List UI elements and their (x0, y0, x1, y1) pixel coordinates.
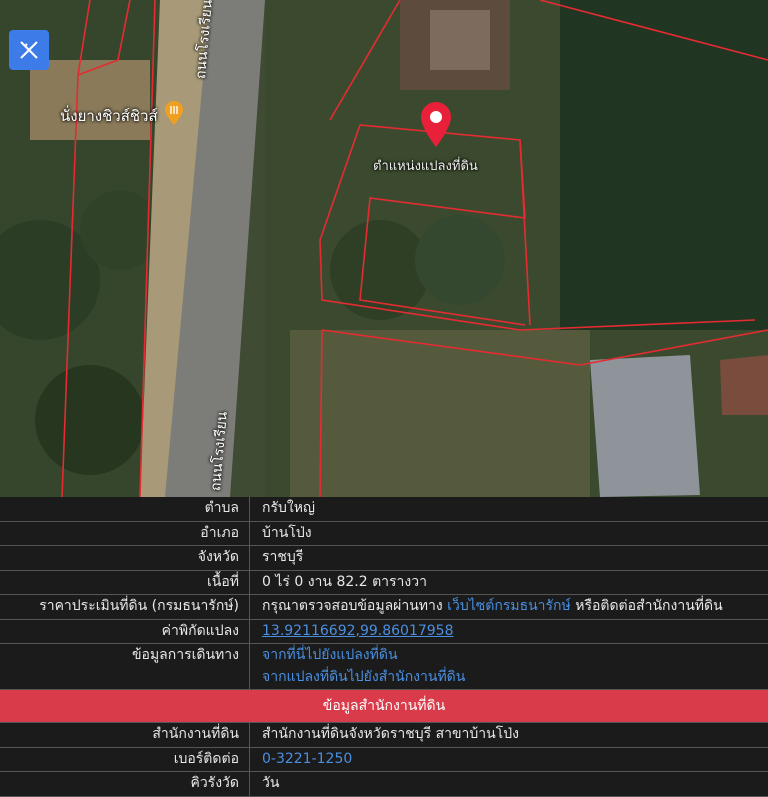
info-row-coordinates: ค่าพิกัดแปลง 13.92116692,99.86017958 (0, 619, 768, 644)
restaurant-icon[interactable] (163, 100, 185, 126)
info-label: คิวรังวัด (0, 772, 250, 796)
info-value: 0 ไร่ 0 งาน 82.2 ตารางวา (262, 573, 427, 590)
info-row-office: สำนักงานที่ดิน สำนักงานที่ดินจังหวัดราชบ… (0, 723, 768, 748)
phone-link[interactable]: 0-3221-1250 (262, 751, 352, 767)
info-value: กรุณาตรวจสอบข้อมูลผ่านทาง เว็บไซต์กรมธนา… (250, 595, 768, 619)
info-label: จังหวัด (0, 546, 250, 570)
satellite-map[interactable]: ถนนโรงเรียน บ้านปูง ถนนโรงเรียน นั่งยางช… (0, 0, 768, 497)
info-row-subdistrict: ตำบล กรับใหญ่ (0, 497, 768, 522)
appraisal-text-before: กรุณาตรวจสอบข้อมูลผ่านทาง (262, 598, 443, 614)
appraisal-text-after: หรือติดต่อสำนักงานที่ดิน (575, 598, 723, 614)
info-row-appraisal: ราคาประเมินที่ดิน (กรมธนารักษ์) กรุณาตรว… (0, 595, 768, 620)
parcel-location-pin-icon[interactable] (418, 100, 454, 148)
ruler-pencil-icon (20, 41, 38, 59)
directions-to-parcel-link[interactable]: จากที่นี่ไปยังแปลงที่ดิน (262, 644, 768, 666)
info-label: ค่าพิกัดแปลง (0, 619, 250, 643)
info-value: ราชบุรี (262, 549, 304, 565)
measure-tool-button[interactable] (9, 30, 49, 70)
parcel-info-panel: ตำบล กรับใหญ่ อำเภอ บ้านโป่ง จังหวัด ราช… (0, 497, 768, 797)
info-value: กรับใหญ่ (262, 500, 315, 516)
info-label: ราคาประเมินที่ดิน (กรมธนารักษ์) (0, 595, 250, 619)
info-value: วัน (262, 775, 280, 791)
info-label: เนื้อที่ (0, 570, 250, 594)
info-row-district: อำเภอ บ้านโป่ง (0, 521, 768, 546)
info-label: ข้อมูลการเดินทาง (0, 644, 250, 689)
coordinates-link[interactable]: 13.92116692,99.86017958 (262, 623, 454, 639)
map-imagery (0, 0, 768, 497)
info-value: สำนักงานที่ดินจังหวัดราชบุรี สาขาบ้านโป่… (262, 726, 519, 742)
info-label: ตำบล (0, 497, 250, 521)
info-row-area: เนื้อที่ 0 ไร่ 0 งาน 82.2 ตารางวา (0, 570, 768, 595)
info-label: อำเภอ (0, 521, 250, 545)
info-row-directions: ข้อมูลการเดินทาง จากที่นี่ไปยังแปลงที่ดิ… (0, 644, 768, 690)
info-row-province: จังหวัด ราชบุรี (0, 546, 768, 571)
info-value: บ้านโป่ง (262, 524, 312, 541)
info-label: สำนักงานที่ดิน (0, 723, 250, 747)
directions-to-office-link[interactable]: จากแปลงที่ดินไปยังสำนักงานที่ดิน (262, 666, 768, 688)
parcel-label: ตำแหน่งแปลงที่ดิน (373, 159, 478, 174)
poi-label: นั่งยางชิวส์ชิวส์ (60, 107, 158, 125)
info-label: เบอร์ติดต่อ (0, 747, 250, 771)
treasury-website-link[interactable]: เว็บไซต์กรมธนารักษ์ (447, 598, 571, 614)
info-row-survey-queue: คิวรังวัด วัน (0, 772, 768, 797)
info-row-phone: เบอร์ติดต่อ 0-3221-1250 (0, 747, 768, 772)
office-section-banner: ข้อมูลสำนักงานที่ดิน (0, 690, 768, 723)
